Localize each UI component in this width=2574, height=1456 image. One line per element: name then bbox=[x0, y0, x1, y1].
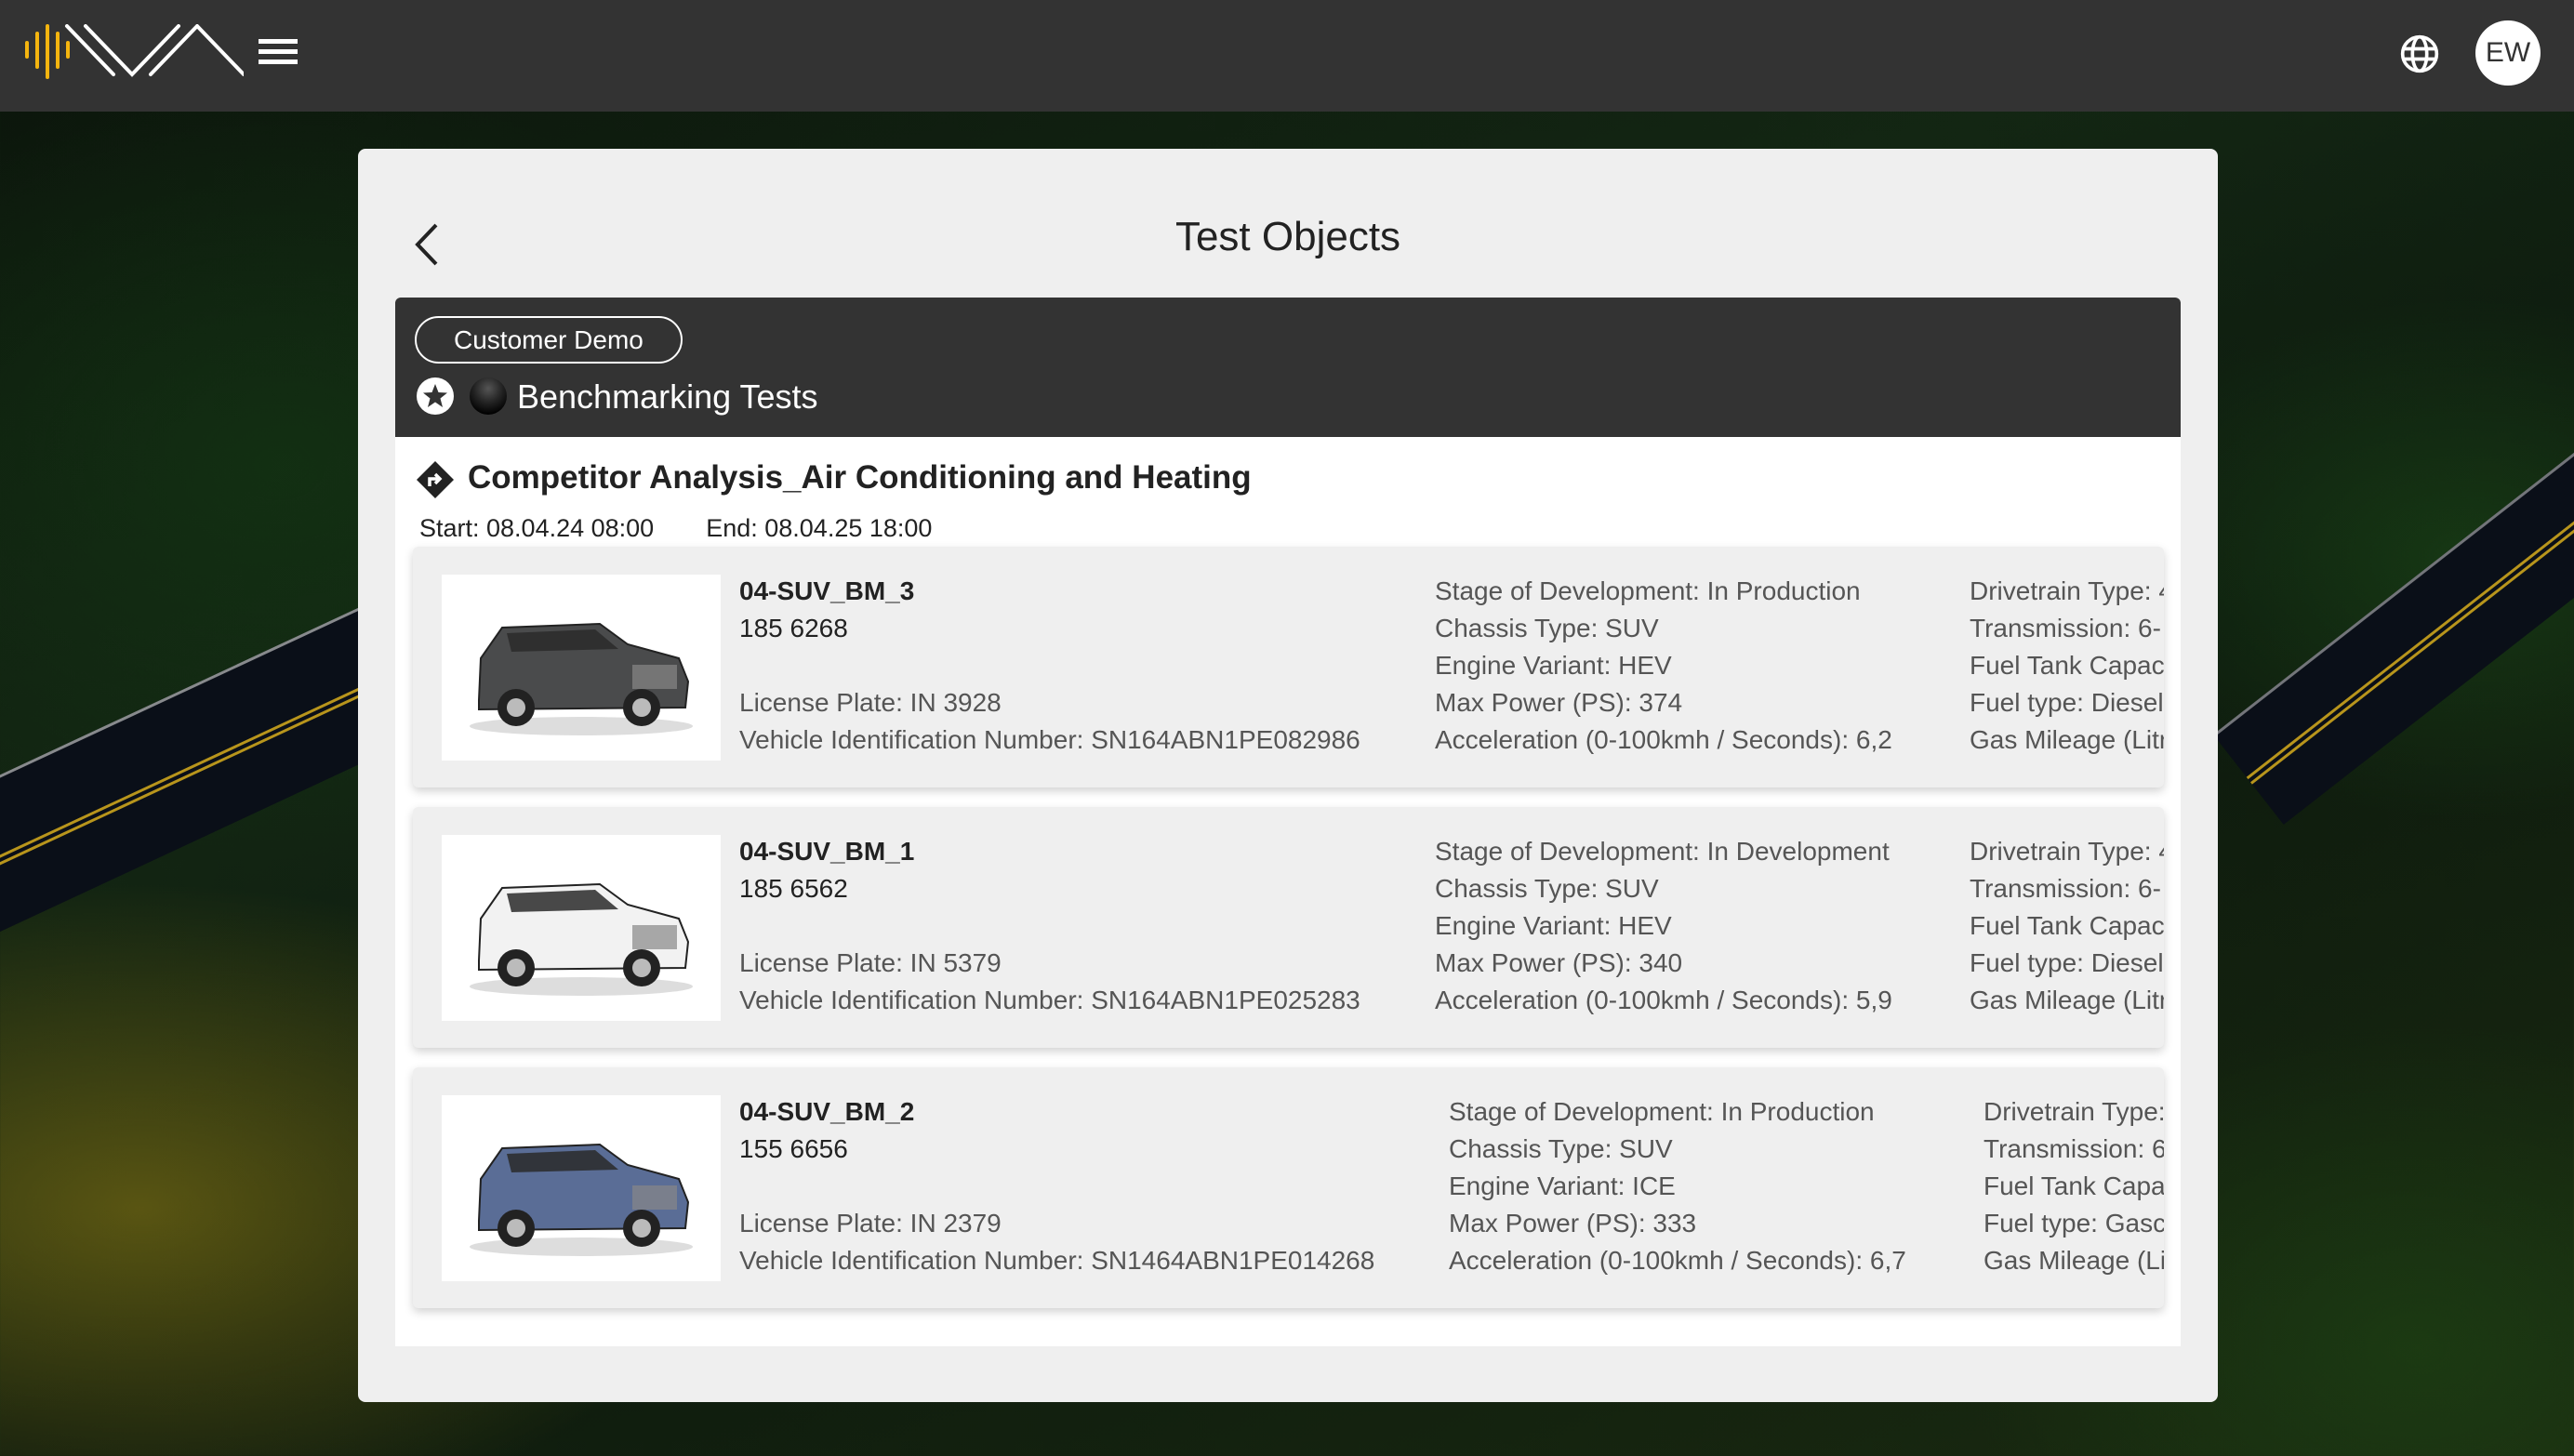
project-dates: Start: 08.04.24 08:00 End: 08.04.25 18:00 bbox=[419, 514, 984, 543]
spec-item: Engine Variant: ICE bbox=[1449, 1171, 1676, 1200]
spec-item: Chassis Type: SUV bbox=[1435, 614, 1659, 642]
group-header: Customer Demo Benchmarking Tests bbox=[395, 298, 2181, 437]
user-avatar[interactable]: EW bbox=[2475, 20, 2541, 86]
vehicle-specs-2: Drivetrain Type: Transmission: 6 Fuel Tank… bbox=[1984, 1093, 2164, 1279]
directions-diamond-icon bbox=[417, 461, 454, 498]
vehicle-image bbox=[442, 1095, 721, 1281]
suv-car-icon bbox=[470, 1143, 693, 1256]
spec-item: Transmission: 6- bbox=[1970, 614, 2161, 642]
spec-item: Chassis Type: SUV bbox=[1435, 874, 1659, 903]
vehicle-specs: Stage of Development: In Production Chass… bbox=[1449, 1093, 1906, 1279]
vehicle-specs-2: Drivetrain Type: 4 Transmission: 6- Fuel T… bbox=[1970, 833, 2164, 1019]
spec-item: Fuel Tank Capac bbox=[1970, 651, 2164, 680]
vehicle-image bbox=[442, 835, 721, 1021]
spec-item: Max Power (PS): 333 bbox=[1449, 1209, 1697, 1238]
spec-item: Drivetrain Type: bbox=[1984, 1097, 2164, 1126]
vehicle-number: 155 6656 bbox=[739, 1134, 848, 1163]
spec-item: Acceleration (0-100kmh / Seconds): 6,7 bbox=[1449, 1246, 1906, 1275]
vehicle-specs-2: Drivetrain Type: 4 Transmission: 6- Fuel T… bbox=[1970, 573, 2164, 759]
spec-item: Drivetrain Type: 4 bbox=[1970, 837, 2164, 866]
spec-item: Fuel Tank Capac bbox=[1970, 911, 2164, 940]
spec-item: Fuel type: Diesel bbox=[1970, 948, 2164, 977]
vehicle-specs: Stage of Development: In Development Chas… bbox=[1435, 833, 1892, 1019]
vehicle-card[interactable]: 04-SUV_BM_1 185 6562 License Plate: IN 5… bbox=[413, 807, 2164, 1048]
vehicle-card[interactable]: 04-SUV_BM_3 185 6268 License Plate: IN 3… bbox=[413, 547, 2164, 788]
vehicle-number: 185 6268 bbox=[739, 614, 848, 642]
suv-car-icon bbox=[470, 622, 693, 735]
spec-item: Gas Mileage (Li bbox=[1984, 1246, 2164, 1275]
star-circle-icon bbox=[417, 377, 454, 415]
license-plate: License Plate: IN 2379 bbox=[739, 1209, 1002, 1238]
vin: Vehicle Identification Number: SN164ABN1… bbox=[739, 986, 1360, 1014]
spec-item: Transmission: 6 bbox=[1984, 1134, 2164, 1163]
spec-item: Max Power (PS): 340 bbox=[1435, 948, 1683, 977]
spec-item: Drivetrain Type: 4 bbox=[1970, 576, 2164, 605]
vin: Vehicle Identification Number: SN164ABN1… bbox=[739, 725, 1360, 754]
page-title: Test Objects bbox=[1174, 214, 1401, 259]
background-road bbox=[2213, 448, 2574, 825]
suv-car-icon bbox=[470, 882, 693, 996]
vehicle-number: 185 6562 bbox=[739, 874, 848, 903]
license-plate: License Plate: IN 5379 bbox=[739, 948, 1002, 977]
globe-icon[interactable] bbox=[2399, 33, 2440, 74]
spec-item: Fuel type: Diesel bbox=[1970, 688, 2164, 717]
test-objects-panel: Test Objects Customer Demo Benchmarking … bbox=[358, 149, 2218, 1402]
spec-item: Engine Variant: HEV bbox=[1435, 911, 1672, 940]
customer-demo-tag[interactable]: Customer Demo bbox=[415, 316, 683, 364]
top-bar: EW bbox=[0, 0, 2574, 112]
vehicle-name: 04-SUV_BM_2 bbox=[739, 1097, 915, 1126]
spec-item: Gas Mileage (Litr bbox=[1970, 986, 2164, 1014]
spec-item: Fuel Tank Capa bbox=[1984, 1171, 2164, 1200]
spec-item: Stage of Development: In Development bbox=[1435, 837, 1890, 866]
spec-item: Acceleration (0-100kmh / Seconds): 6,2 bbox=[1435, 725, 1892, 754]
project-content: Competitor Analysis_Air Conditioning and… bbox=[395, 437, 2181, 1346]
spec-item: Chassis Type: SUV bbox=[1449, 1134, 1673, 1163]
vehicle-name: 04-SUV_BM_3 bbox=[739, 576, 915, 605]
wa-logo-icon[interactable] bbox=[24, 24, 244, 82]
license-plate: License Plate: IN 3928 bbox=[739, 688, 1002, 717]
vehicle-info: 04-SUV_BM_2 155 6656 License Plate: IN 2… bbox=[739, 1093, 1374, 1279]
vehicle-info: 04-SUV_BM_3 185 6268 License Plate: IN 3… bbox=[739, 573, 1360, 759]
spec-item: Engine Variant: HEV bbox=[1435, 651, 1672, 680]
vehicle-card[interactable]: 04-SUV_BM_2 155 6656 License Plate: IN 2… bbox=[413, 1067, 2164, 1308]
vehicle-name: 04-SUV_BM_1 bbox=[739, 837, 915, 866]
spec-item: Acceleration (0-100kmh / Seconds): 5,9 bbox=[1435, 986, 1892, 1014]
vehicle-specs: Stage of Development: In Production Chass… bbox=[1435, 573, 1892, 759]
spec-item: Transmission: 6- bbox=[1970, 874, 2161, 903]
spec-item: Gas Mileage (Litr bbox=[1970, 725, 2164, 754]
vehicle-image bbox=[442, 575, 721, 761]
vehicle-info: 04-SUV_BM_1 185 6562 License Plate: IN 5… bbox=[739, 833, 1360, 1019]
group-title: Benchmarking Tests bbox=[517, 377, 818, 416]
spec-item: Stage of Development: In Production bbox=[1435, 576, 1861, 605]
spec-item: Fuel type: Gasc bbox=[1984, 1209, 2164, 1238]
status-ball-icon bbox=[470, 377, 507, 415]
hamburger-menu-icon[interactable] bbox=[259, 39, 298, 69]
spec-item: Stage of Development: In Production bbox=[1449, 1097, 1875, 1126]
start-date: Start: 08.04.24 08:00 bbox=[419, 514, 655, 542]
project-title[interactable]: Competitor Analysis_Air Conditioning and… bbox=[468, 459, 1252, 496]
end-date: End: 08.04.25 18:00 bbox=[706, 514, 933, 542]
spec-item: Max Power (PS): 374 bbox=[1435, 688, 1683, 717]
vin: Vehicle Identification Number: SN1464ABN… bbox=[739, 1246, 1375, 1275]
